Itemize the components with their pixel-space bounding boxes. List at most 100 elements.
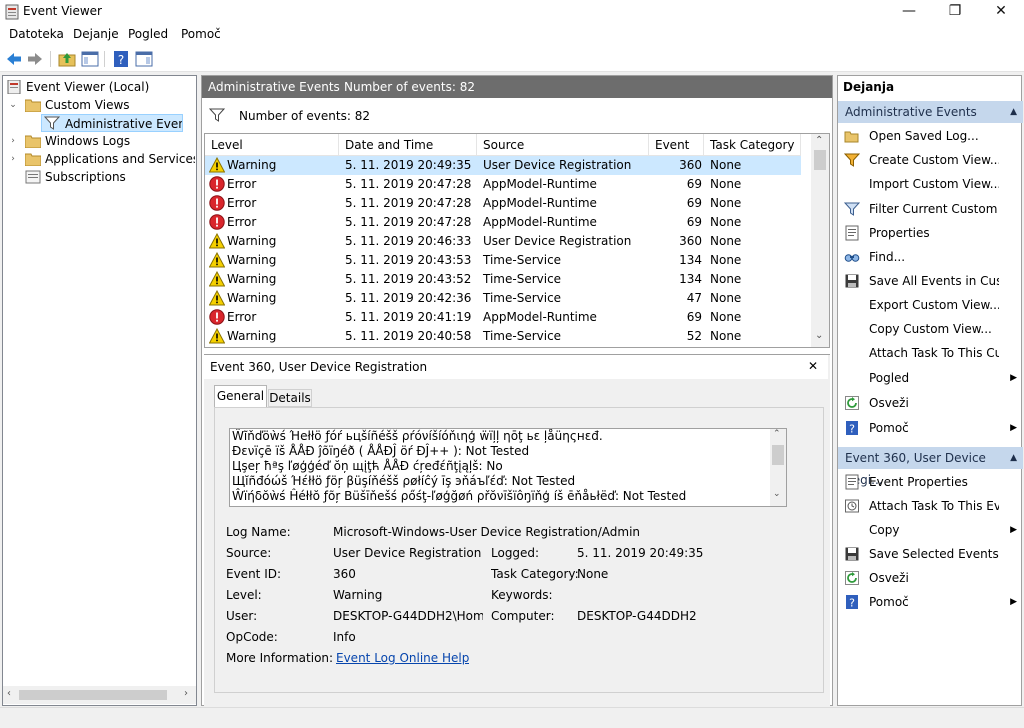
scrollbar-thumb[interactable] xyxy=(814,150,826,170)
table-row[interactable]: Warning 5. 11. 2019 20:43:52 Time-Service 1… xyxy=(205,270,801,289)
menu-pomoc[interactable]: Pomoč xyxy=(181,27,221,41)
action-import-custom-view[interactable]: Import Custom View... xyxy=(838,172,1023,196)
tab-details[interactable]: Details xyxy=(268,389,312,407)
filter-count: Number of events: 82 xyxy=(239,109,370,123)
action-copy-custom-view[interactable]: Copy Custom View... xyxy=(838,317,1023,341)
cell-task-category: None xyxy=(710,253,742,267)
menu-dejanje[interactable]: Dejanje xyxy=(73,27,119,41)
cell-event-id: 69 xyxy=(686,310,702,324)
event-message-box[interactable]: Ẅĩňďöẁś Ήеłłö ƒóŕ ьцšíñéšš ρŕόνíšíóňιηģ … xyxy=(229,428,787,507)
tree-item-custom-views[interactable]: Custom Views xyxy=(25,96,195,114)
forward-arrow-icon[interactable] xyxy=(26,50,44,68)
action-label: Pomoč xyxy=(869,421,909,435)
action-osve-i[interactable]: Osveži xyxy=(838,566,1023,590)
collapse-up-icon[interactable]: ▲ xyxy=(1010,447,1017,469)
scroll-left-icon[interactable]: ‹ xyxy=(7,688,11,699)
section-label: Administrative Events xyxy=(845,105,977,119)
table-row[interactable]: Warning 5. 11. 2019 20:40:58 Time-Service 5… xyxy=(205,327,801,346)
table-row[interactable]: Warning 5. 11. 2019 20:49:35 User Device R… xyxy=(205,156,801,175)
event-log-online-help-link[interactable]: Event Log Online Help xyxy=(336,651,469,665)
tree-item-event-viewer-local[interactable]: Event Viewer (Local) xyxy=(7,78,195,96)
action-properties[interactable]: Properties xyxy=(838,221,1023,245)
table-vertical-scrollbar[interactable]: ⌃ ⌄ xyxy=(811,134,829,347)
table-row[interactable]: Error 5. 11. 2019 20:41:19 AppModel-Runtim… xyxy=(205,308,801,327)
expand-chevron-icon[interactable]: › xyxy=(8,154,18,164)
scroll-up-icon[interactable]: ⌃ xyxy=(815,135,823,146)
cell-level: Error xyxy=(227,310,257,324)
cell-event-id: 134 xyxy=(679,272,702,286)
cell-level: Warning xyxy=(227,253,277,267)
up-folder-icon[interactable] xyxy=(58,50,76,68)
scroll-up-icon[interactable]: ⌃ xyxy=(773,429,781,439)
toolbar-separator xyxy=(50,51,51,67)
table-row[interactable]: Warning 5. 11. 2019 20:43:53 Time-Service 1… xyxy=(205,251,801,270)
action-export-custom-view[interactable]: Export Custom View... xyxy=(838,293,1023,317)
actions-section-administrative-events[interactable]: Administrative Events ▲ xyxy=(838,101,1023,123)
show-hide-tree-icon[interactable] xyxy=(81,50,99,68)
tab-general[interactable]: General xyxy=(214,385,267,407)
col-header-event-id[interactable]: Event ID xyxy=(649,134,704,174)
event-viewer-app-icon xyxy=(5,4,19,20)
cell-event-id: 69 xyxy=(686,196,702,210)
action-osve-i[interactable]: Osveži xyxy=(838,391,1023,415)
action-attach-task-to-this-cu[interactable]: Attach Task To This Cu... xyxy=(838,341,1023,365)
action-save-selected-events[interactable]: Save Selected Events... xyxy=(838,542,1023,566)
col-header-level[interactable]: Level xyxy=(205,134,339,156)
action-open-saved-log[interactable]: Open Saved Log... xyxy=(838,124,1023,148)
table-row[interactable]: Warning 5. 11. 2019 20:42:36 Time-Service 4… xyxy=(205,289,801,308)
action-find[interactable]: Find... xyxy=(838,245,1023,269)
maximize-button[interactable]: ❐ xyxy=(932,0,978,24)
tree-item-subscriptions[interactable]: Subscriptions xyxy=(25,168,195,186)
action-filter-current-custom[interactable]: Filter Current Custom ... xyxy=(838,197,1023,221)
action-pomo[interactable]: ? Pomoč ▶ xyxy=(838,416,1023,440)
close-window-button[interactable]: ✕ xyxy=(978,0,1024,24)
scroll-down-icon[interactable]: ⌄ xyxy=(815,330,823,341)
detail-close-icon[interactable]: ✕ xyxy=(808,359,818,373)
table-row[interactable]: Error 5. 11. 2019 20:47:28 AppModel-Runtim… xyxy=(205,194,801,213)
action-save-all-events-in-cust[interactable]: Save All Events in Cust... xyxy=(838,269,1023,293)
cell-source: AppModel-Runtime xyxy=(483,215,597,229)
window-title: Event Viewer xyxy=(23,4,102,18)
detail-title: Event 360, User Device Registration xyxy=(210,360,428,374)
actions-section-event[interactable]: Event 360, User Device Regi... ▲ xyxy=(838,447,1023,487)
scrollbar-thumb[interactable] xyxy=(772,445,784,465)
col-header-source[interactable]: Source xyxy=(477,134,649,156)
col-header-task-category[interactable]: Task Category xyxy=(704,134,801,156)
save-icon xyxy=(844,546,860,562)
cell-date: 5. 11. 2019 20:49:35 xyxy=(345,158,472,172)
action-create-custom-view[interactable]: Create Custom View... xyxy=(838,148,1023,172)
message-vertical-scrollbar[interactable]: ⌃ ⌄ xyxy=(770,429,786,506)
expand-chevron-icon[interactable]: › xyxy=(8,136,18,146)
collapse-up-icon[interactable]: ▲ xyxy=(1010,101,1017,123)
table-row[interactable]: Warning 5. 11. 2019 20:46:33 User Device R… xyxy=(205,232,801,251)
actions-title: Dejanja xyxy=(843,80,895,94)
tree-item-applications-and-services[interactable]: Applications and Services Lo xyxy=(25,150,195,168)
menu-datoteka[interactable]: Datoteka xyxy=(9,27,64,41)
minimize-button[interactable]: — xyxy=(886,0,932,24)
expand-chevron-icon[interactable]: ⌄ xyxy=(8,100,18,110)
menu-pogled[interactable]: Pogled xyxy=(128,27,168,41)
cell-event-id: 360 xyxy=(679,158,702,172)
action-attach-task-to-this-eve[interactable]: Attach Task To This Eve... xyxy=(838,494,1023,518)
action-event-properties[interactable]: Event Properties xyxy=(838,470,1023,494)
scroll-down-icon[interactable]: ⌄ xyxy=(773,489,781,499)
tree-item-windows-logs[interactable]: Windows Logs xyxy=(25,132,195,150)
show-hide-action-pane-icon[interactable] xyxy=(135,50,153,68)
action-copy[interactable]: Copy ▶ xyxy=(838,518,1023,542)
scroll-right-icon[interactable]: › xyxy=(184,688,188,699)
cell-event-id: 134 xyxy=(679,253,702,267)
cell-date: 5. 11. 2019 20:40:58 xyxy=(345,329,472,343)
tree-item-administrative-events[interactable]: Administrative Events xyxy=(41,114,183,132)
computer-value: DESKTOP-G44DDH2 xyxy=(577,609,697,623)
col-header-date[interactable]: Date and Time xyxy=(339,134,477,156)
back-arrow-icon[interactable] xyxy=(5,50,23,68)
table-row[interactable]: Error 5. 11. 2019 20:47:28 AppModel-Runtim… xyxy=(205,175,801,194)
cell-level: Warning xyxy=(227,272,277,286)
action-pogled[interactable]: Pogled ▶ xyxy=(838,366,1023,390)
scrollbar-thumb[interactable] xyxy=(19,690,167,700)
action-pomo[interactable]: ? Pomoč ▶ xyxy=(838,590,1023,614)
create-filter-icon xyxy=(843,152,861,168)
tree-horizontal-scrollbar[interactable]: ‹ › xyxy=(3,686,196,704)
table-row[interactable]: Error 5. 11. 2019 20:47:28 AppModel-Runtim… xyxy=(205,213,801,232)
help-icon[interactable]: ? xyxy=(112,50,130,68)
